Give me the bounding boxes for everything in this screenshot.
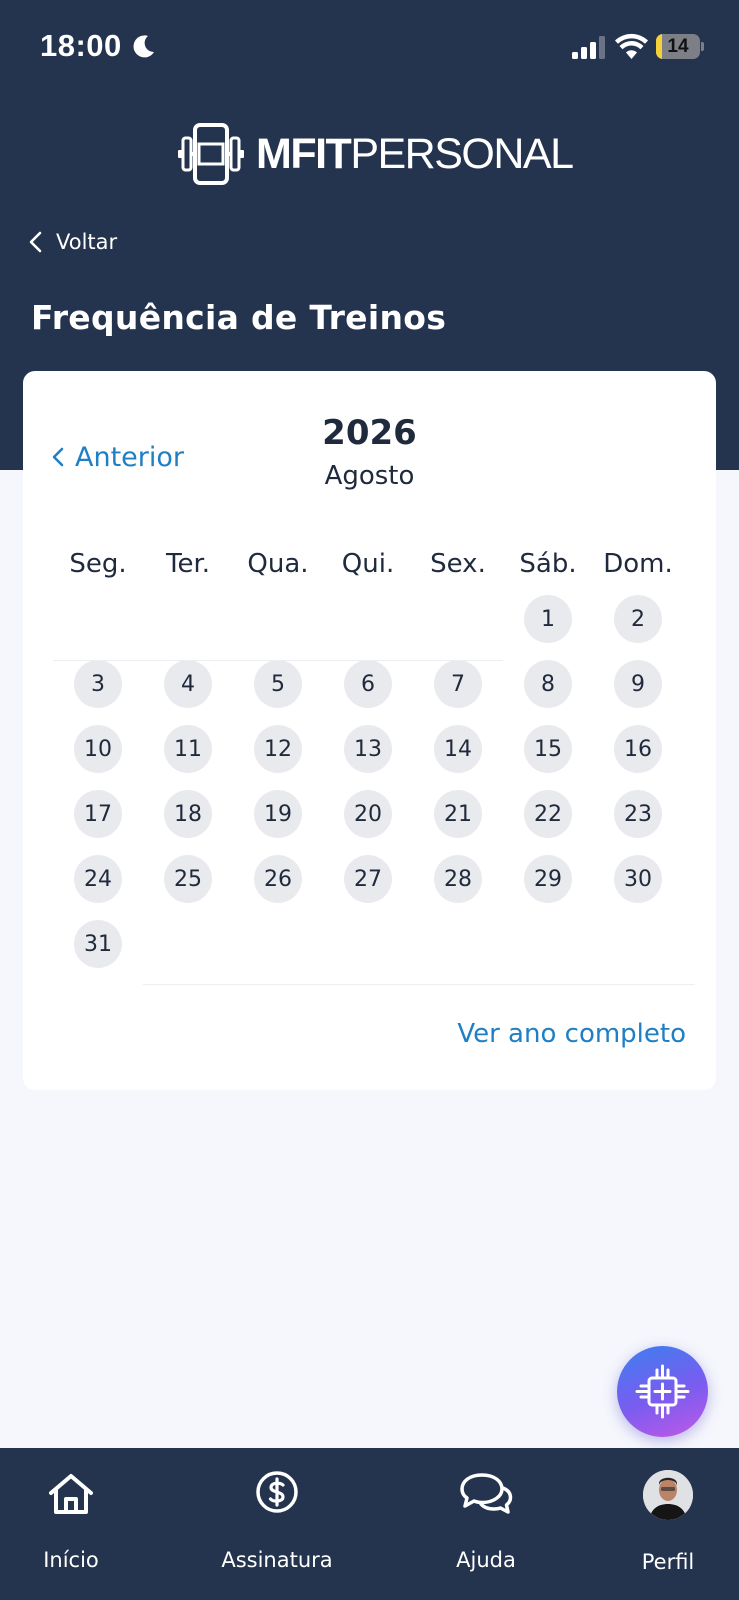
weekday-label: Qui. (341, 549, 395, 579)
week-divider (143, 984, 695, 985)
calendar-day[interactable]: 29 (524, 855, 572, 903)
calendar-day[interactable]: 10 (74, 725, 122, 773)
ai-assistant-button[interactable] (617, 1346, 708, 1437)
calendar-day[interactable]: 18 (164, 790, 212, 838)
back-label: Voltar (56, 230, 118, 254)
calendar-day[interactable]: 7 (434, 660, 482, 708)
battery-indicator: 14 (656, 34, 704, 59)
calendar-day[interactable]: 30 (614, 855, 662, 903)
wifi-icon (615, 33, 648, 59)
calendar-day[interactable]: 19 (254, 790, 302, 838)
calendar-day[interactable]: 13 (344, 725, 392, 773)
calendar-day[interactable]: 31 (74, 920, 122, 968)
nav-label: Perfil (641, 1550, 695, 1574)
weekday-label: Dom. (603, 549, 673, 579)
calendar-day[interactable]: 24 (74, 855, 122, 903)
calendar-day[interactable]: 23 (614, 790, 662, 838)
calendar-day[interactable]: 8 (524, 660, 572, 708)
weekday-label: Seg. (69, 549, 127, 579)
back-button[interactable]: Voltar (28, 222, 138, 262)
calendar-day[interactable]: 15 (524, 725, 572, 773)
nav-item-assinatura[interactable]: Assinatura (207, 1448, 347, 1600)
avatar (643, 1470, 693, 1520)
app-logo: MFITPERSONAL (178, 120, 578, 190)
calendar-month: Agosto (324, 461, 415, 491)
calendar-day[interactable]: 16 (614, 725, 662, 773)
nav-item-ajuda[interactable]: Ajuda (426, 1448, 546, 1600)
calendar-card: Anterior 2026 Agosto Seg. Ter. Qua. Qui. Sex… (23, 371, 716, 1090)
calendar-day[interactable]: 3 (74, 660, 122, 708)
status-time: 18:00 (40, 28, 122, 63)
nav-label: Assinatura (221, 1548, 333, 1572)
calendar-day[interactable]: 14 (434, 725, 482, 773)
calendar-days-grid: 1 2 3 4 5 6 7 8 9 10 11 12 13 14 15 16 17 18 19 20 21 22 23 24 2… (53, 595, 695, 1009)
view-full-year-link[interactable]: Ver ano completo (457, 1019, 686, 1049)
calendar-day[interactable]: 5 (254, 660, 302, 708)
week-divider (53, 659, 503, 661)
status-bar: 18:00 14 (0, 0, 739, 94)
calendar-day[interactable]: 1 (524, 595, 572, 643)
profile-photo (643, 1470, 693, 1520)
dumbbell-logo-icon (178, 123, 244, 185)
nav-label: Ajuda (456, 1548, 516, 1572)
calendar-day[interactable]: 17 (74, 790, 122, 838)
ai-chip-icon (635, 1364, 690, 1419)
nav-item-inicio[interactable]: Início (10, 1448, 132, 1600)
calendar-day[interactable]: 2 (614, 595, 662, 643)
chevron-left-icon (29, 231, 42, 253)
calendar-day[interactable]: 28 (434, 855, 482, 903)
weekday-label: Sáb. (519, 549, 577, 579)
calendar-day[interactable]: 20 (344, 790, 392, 838)
calendar-day[interactable]: 11 (164, 725, 212, 773)
weekday-label: Qua. (247, 549, 309, 579)
calendar-day[interactable]: 21 (434, 790, 482, 838)
weekday-label: Ter. (165, 549, 211, 579)
dollar-circle-icon (256, 1471, 298, 1513)
calendar-day[interactable]: 27 (344, 855, 392, 903)
calendar-day[interactable]: 25 (164, 855, 212, 903)
chat-bubbles-icon (460, 1473, 513, 1514)
weekday-label: Sex. (430, 549, 486, 579)
moon-icon (133, 35, 154, 58)
page-title: Frequência de Treinos (31, 298, 447, 337)
calendar-day[interactable]: 26 (254, 855, 302, 903)
signal-icon (572, 36, 605, 59)
calendar-year: 2026 (322, 413, 417, 453)
home-icon (49, 1474, 93, 1514)
nav-label: Início (43, 1548, 99, 1572)
calendar-day[interactable]: 12 (254, 725, 302, 773)
calendar-day[interactable]: 9 (614, 660, 662, 708)
calendar-day[interactable]: 4 (164, 660, 212, 708)
nav-item-perfil[interactable]: Perfil (618, 1448, 718, 1600)
weekday-header-row: Seg. Ter. Qua. Qui. Sex. Sáb. Dom. (53, 549, 683, 589)
battery-level: 14 (667, 36, 689, 57)
calendar-day[interactable]: 22 (524, 790, 572, 838)
calendar-day[interactable]: 6 (344, 660, 392, 708)
logo-text: MFITPERSONAL (256, 130, 574, 178)
bottom-navigation: Início Assinatura Ajuda Perfil (0, 1448, 739, 1600)
